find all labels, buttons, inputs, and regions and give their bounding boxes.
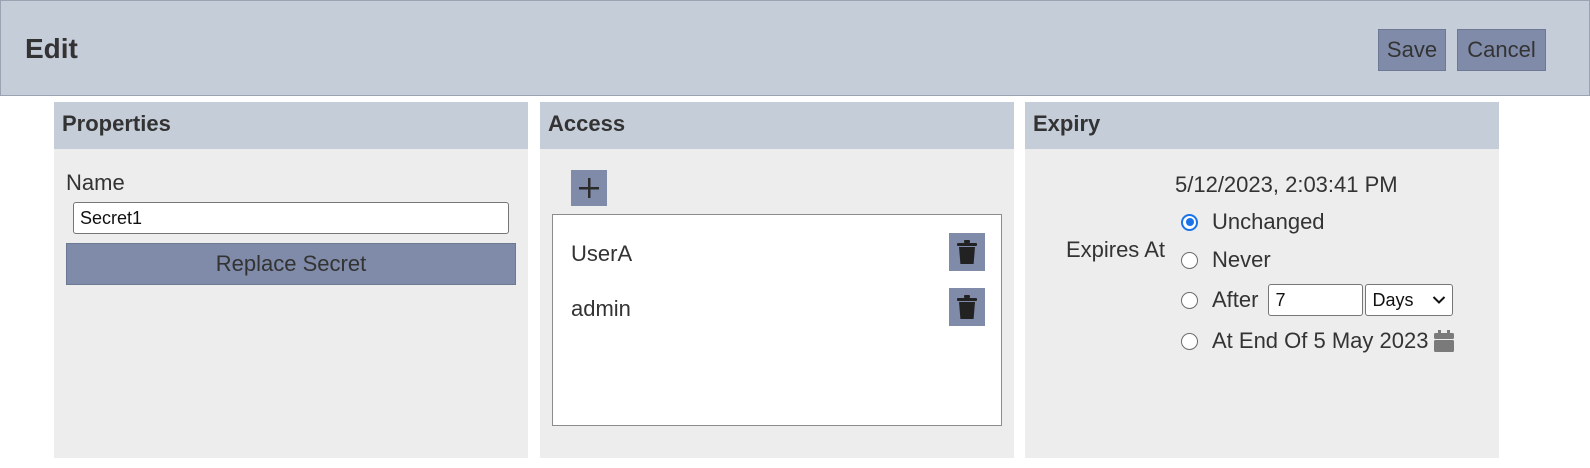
after-radio[interactable] (1181, 291, 1198, 309)
trash-icon (957, 240, 977, 264)
calendar-icon[interactable] (1434, 330, 1455, 352)
never-radio[interactable] (1181, 251, 1198, 269)
access-list: UserA admin (552, 214, 1002, 426)
unchanged-label: Unchanged (1212, 209, 1325, 234)
name-label: Name (66, 170, 125, 195)
at-end-of-label: At End Of 5 May 2023 (1212, 328, 1429, 353)
save-button[interactable]: Save (1378, 29, 1446, 71)
expiry-heading: Expiry (1025, 102, 1499, 149)
unchanged-radio[interactable] (1181, 213, 1198, 231)
option-never[interactable]: Never (1181, 245, 1271, 275)
replace-secret-button[interactable]: Replace Secret (66, 243, 516, 285)
at-end-of-radio[interactable] (1181, 332, 1198, 350)
access-entry-name: UserA (571, 241, 633, 266)
option-after[interactable]: After Days (1181, 284, 1454, 316)
properties-heading: Properties (54, 102, 528, 149)
page-title: Edit (25, 33, 78, 64)
delete-access-button[interactable] (949, 233, 985, 271)
option-unchanged[interactable]: Unchanged (1181, 207, 1325, 237)
delete-access-button[interactable] (949, 288, 985, 326)
list-item: admin (553, 288, 1001, 328)
name-input[interactable] (73, 202, 509, 234)
after-value-input[interactable] (1268, 284, 1364, 316)
after-unit-value: Days (1372, 289, 1414, 310)
option-at-end-of[interactable]: At End Of 5 May 2023 (1181, 326, 1455, 356)
properties-panel: Properties Name Replace Secret (54, 102, 528, 458)
plus-icon (579, 178, 599, 198)
access-entry-name: admin (571, 296, 631, 321)
chevron-down-icon (1433, 296, 1446, 304)
access-panel: Access UserA admin (540, 102, 1014, 458)
after-label: After (1212, 287, 1259, 312)
expires-at-label: Expires At (1065, 237, 1165, 262)
trash-icon (957, 295, 977, 319)
expiry-panel: Expiry 5/12/2023, 2:03:41 PM Expires At … (1025, 102, 1499, 458)
never-label: Never (1212, 247, 1271, 272)
add-access-button[interactable] (571, 170, 607, 206)
list-item: UserA (553, 233, 1001, 273)
cancel-button[interactable]: Cancel (1457, 29, 1546, 71)
access-heading: Access (540, 102, 1014, 149)
current-expiry-date: 5/12/2023, 2:03:41 PM (1175, 172, 1398, 197)
header-bar: Edit Save Cancel (0, 0, 1590, 96)
after-unit-select[interactable]: Days (1365, 284, 1454, 316)
